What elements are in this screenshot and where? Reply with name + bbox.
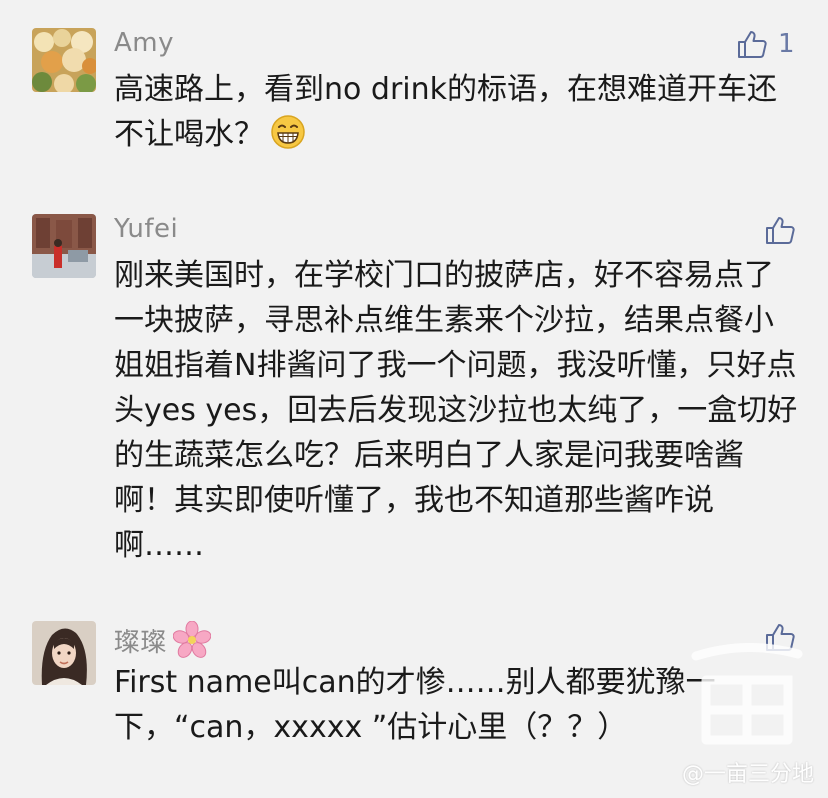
watermark-logo-icon bbox=[691, 642, 803, 745]
like-count: 1 bbox=[778, 29, 795, 59]
commenter-name[interactable]: Yufei bbox=[114, 214, 178, 244]
watermark-text: @一亩三分地 bbox=[681, 762, 814, 787]
thumbs-up-icon bbox=[766, 217, 795, 244]
comment-text: 刚来美国时，在学校门口的披萨店，好不容易点了一块披萨，寻思补点维生素来个沙拉，结… bbox=[114, 258, 798, 563]
grinning-emoji-icon bbox=[271, 115, 305, 149]
commenter-name[interactable]: Amy bbox=[114, 28, 174, 58]
avatar[interactable] bbox=[32, 214, 96, 278]
avatar[interactable] bbox=[32, 28, 96, 92]
thumbs-up-icon bbox=[738, 31, 767, 58]
avatar[interactable] bbox=[32, 621, 96, 685]
comment-text: 高速路上，看到no drink的标语，在想难道开车还不让喝水？ bbox=[114, 72, 778, 152]
like-button[interactable]: 1 bbox=[736, 28, 795, 60]
cherry-blossom-icon bbox=[173, 621, 212, 658]
commenter-name[interactable]: 璨璨 bbox=[114, 621, 212, 659]
like-button[interactable] bbox=[764, 214, 796, 246]
